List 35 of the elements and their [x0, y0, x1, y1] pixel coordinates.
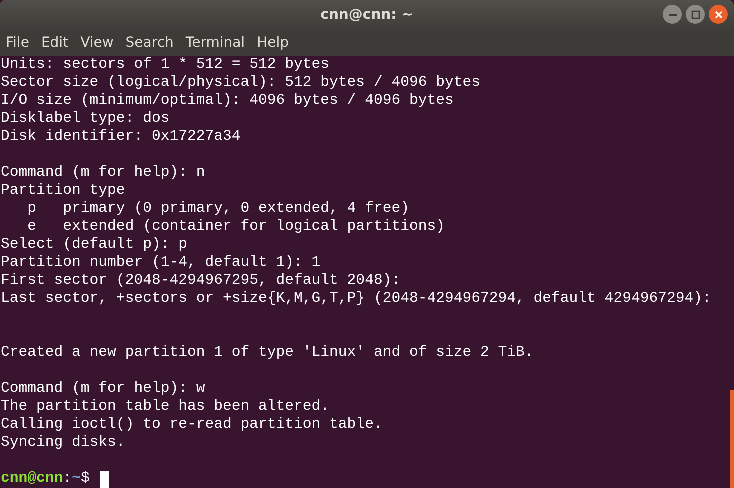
menu-item[interactable]: File [6, 35, 36, 51]
menu-item[interactable]: Search [126, 35, 180, 51]
terminal-line: e extended (container for logical partitions) [26, 218, 446, 236]
terminal-line: p primary (0 primary, 0 extended, 4 free) [26, 200, 410, 218]
prompt-separator: : [63, 470, 72, 488]
prompt-user-host: cnn@cnn [1, 470, 64, 488]
close-button[interactable] [709, 5, 728, 24]
terminal-line: Sector size (logical/physical): 512 bytes / 4096 bytes [1, 74, 482, 92]
terminal-line: Partition type [1, 182, 126, 200]
terminal-line: Syncing disks. [1, 434, 126, 452]
terminal-line: The partition table has been altered. [1, 398, 331, 416]
menu-item[interactable]: Help [257, 35, 295, 51]
terminal-line: Created a new partition 1 of type 'Linux' and of size 2 TiB. [1, 344, 535, 362]
terminal-line: Calling ioctl() to re-read partition table. [1, 416, 384, 434]
text-cursor [100, 470, 109, 488]
terminal-line: Partition number (1-4, default 1): 1 [1, 254, 322, 272]
menu-item[interactable]: View [80, 35, 120, 51]
menu-item[interactable]: Terminal [186, 35, 252, 51]
prompt-path: ~ [72, 470, 81, 488]
terminal-line: First sector (2048-4294967295, default 2048): [1, 272, 402, 290]
terminal-line: Disklabel type: dos [1, 110, 171, 128]
window-title: cnn@cnn: ~ [320, 7, 414, 23]
terminal-line: Command (m for help): w [1, 380, 206, 398]
terminal-line: Units: sectors of 1 * 512 = 512 bytes [1, 56, 331, 74]
menu-item[interactable]: Edit [41, 35, 75, 51]
maximize-icon [690, 10, 700, 20]
terminal-line: Disk identifier: 0x17227a34 [1, 128, 242, 146]
scrollbar-thumb[interactable] [730, 390, 734, 488]
close-icon [714, 10, 724, 20]
terminal-line: Command (m for help): n [1, 164, 206, 182]
terminal-line: I/O size (minimum/optimal): 4096 bytes / 4096 bytes [1, 92, 455, 110]
minimize-button[interactable] [663, 5, 682, 24]
prompt-symbol: $ [80, 470, 90, 488]
terminal-line: Last sector, +sectors or +size{K,M,G,T,P} (2048-4294967294, default 4294967294): [1, 290, 712, 308]
terminal-line: Select (default p): p [1, 236, 188, 254]
